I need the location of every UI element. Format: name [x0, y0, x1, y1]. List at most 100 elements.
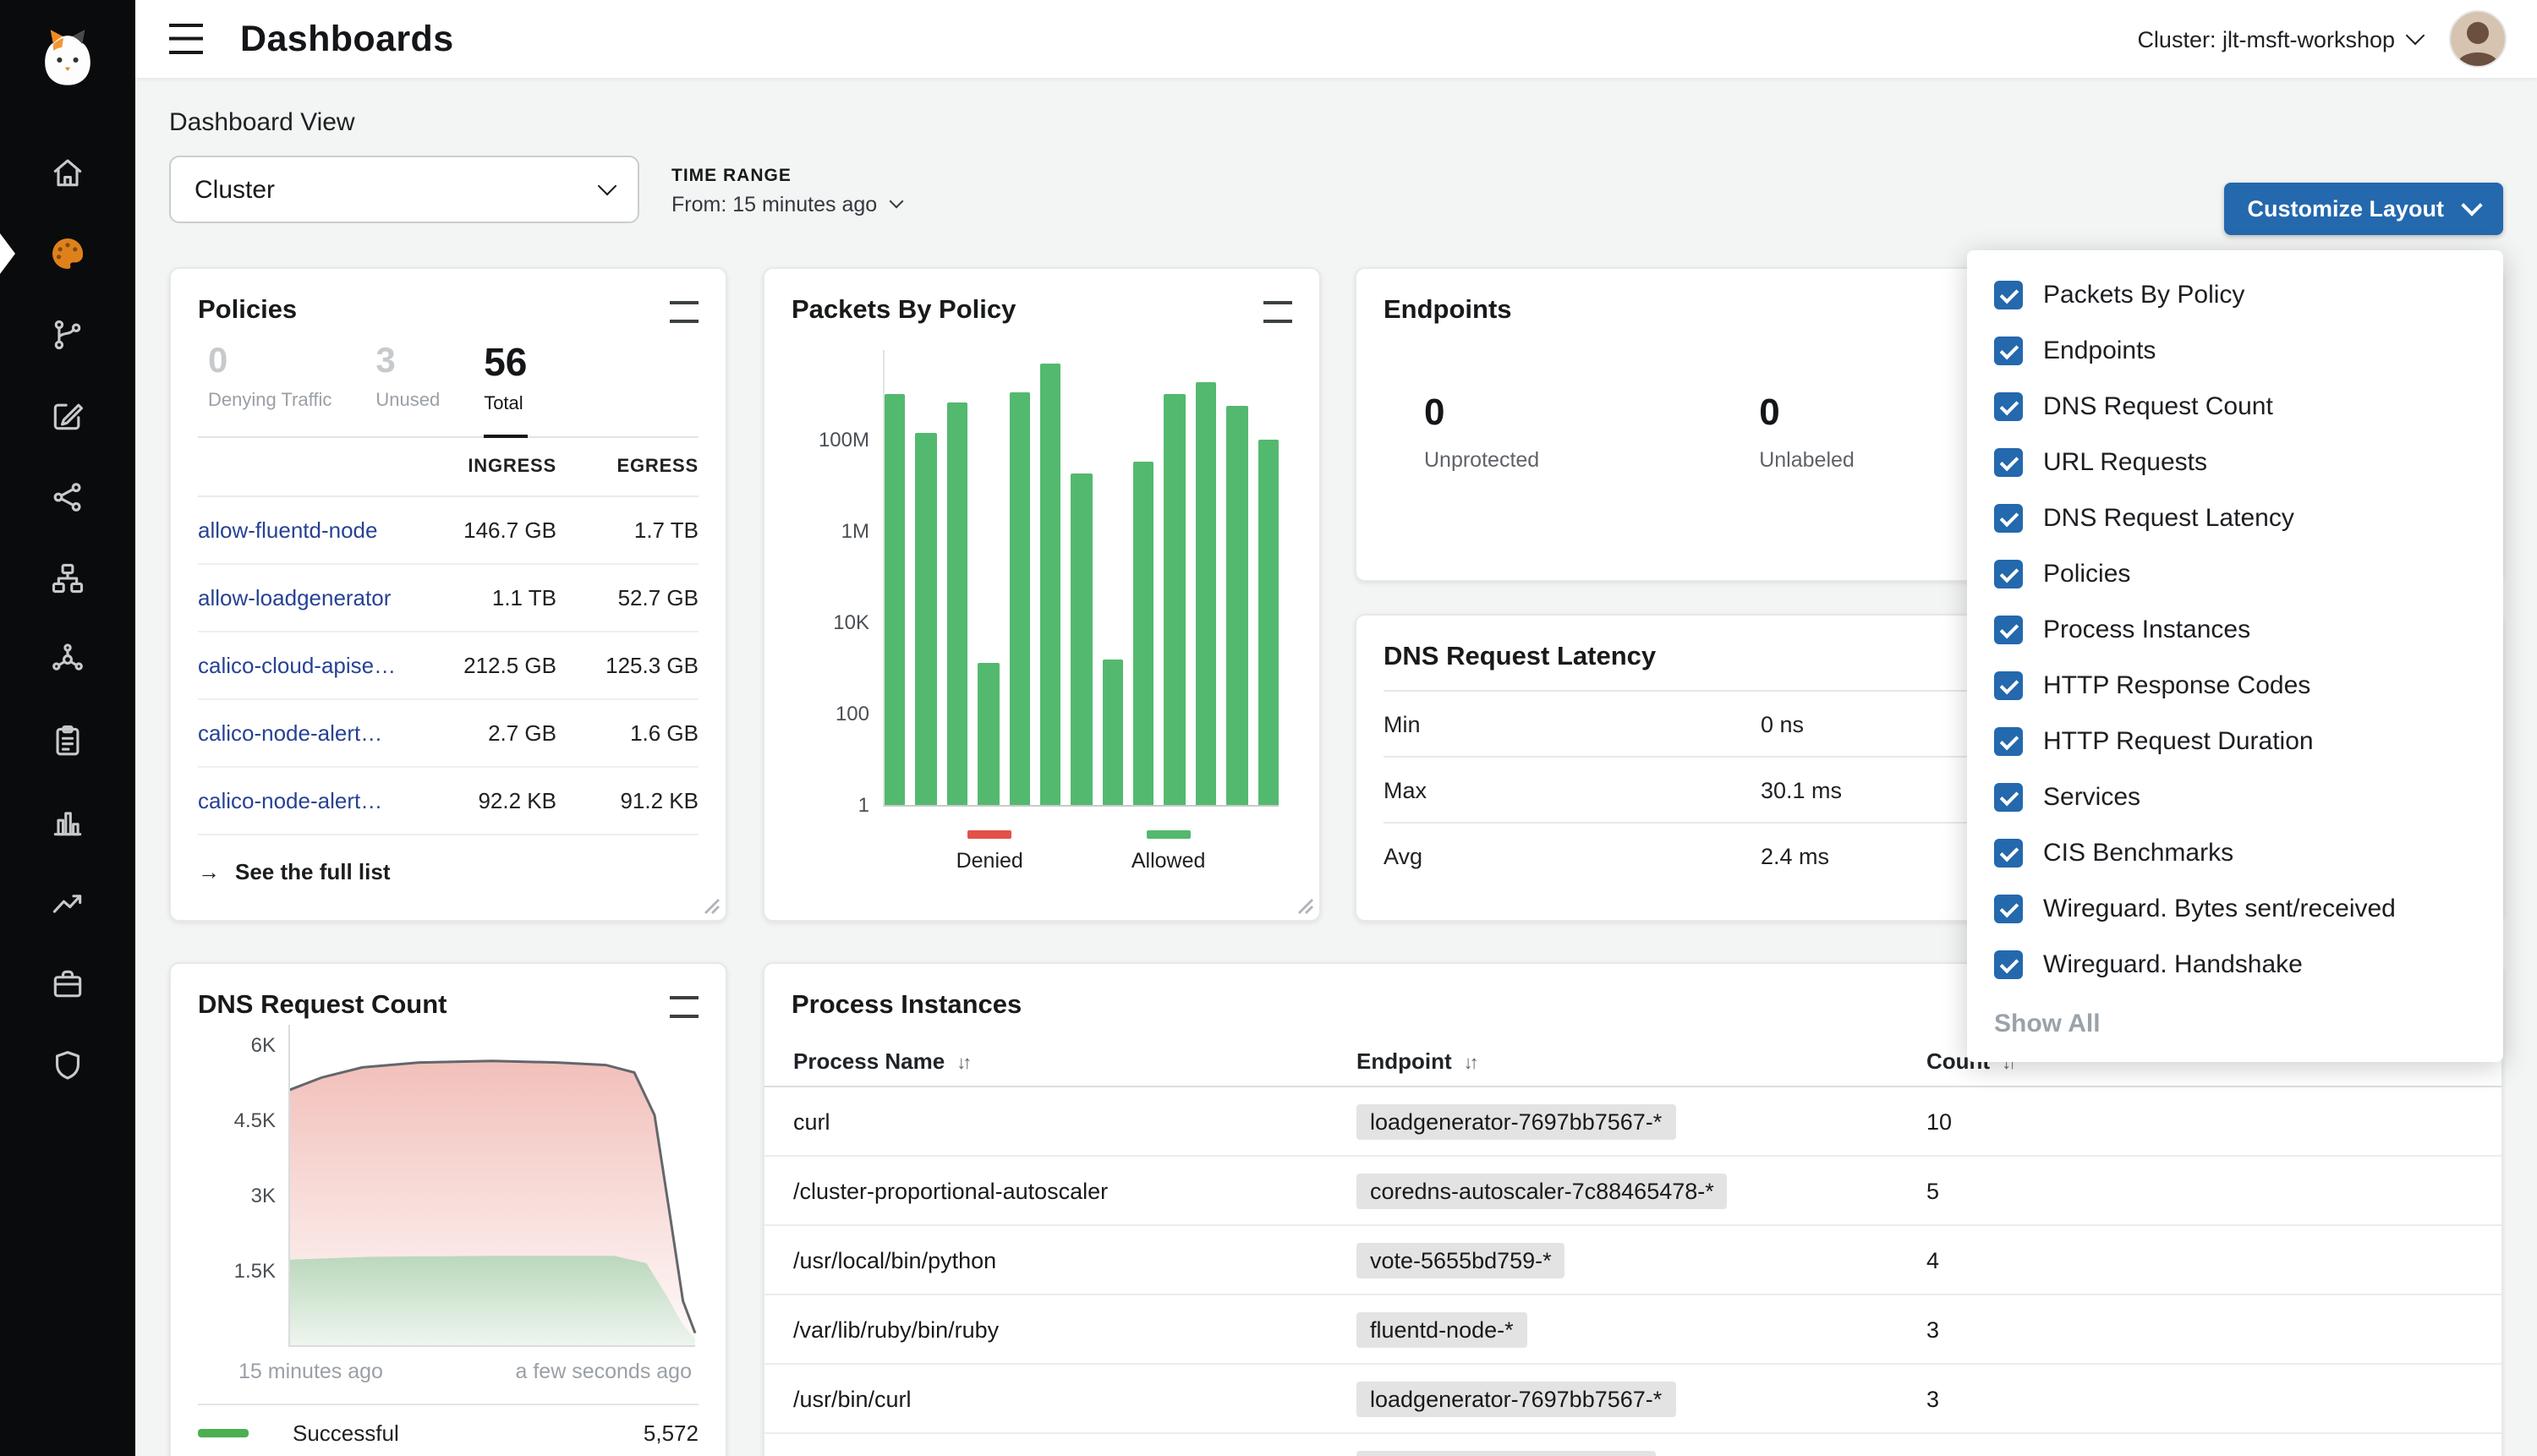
sidebar-item-endpoints[interactable] [0, 457, 135, 538]
drag-handle-icon[interactable] [670, 995, 699, 1017]
sidebar-item-compliance[interactable] [0, 700, 135, 781]
legend-swatch-icon [1147, 830, 1191, 839]
policy-link[interactable]: allow-loadgenerator [198, 585, 411, 610]
stat-unlabeled: 0 Unlabeled [1759, 394, 1855, 472]
policy-link[interactable]: calico-node-alertmana… [198, 720, 411, 746]
checkbox-checked-icon[interactable] [1994, 560, 2023, 588]
column-header-process-name[interactable]: Process Name↓↑ [793, 1048, 1356, 1073]
axis-tick-label: 1 [858, 793, 869, 818]
layout-menu-item-label: Process Instances [2043, 616, 2250, 644]
endpoint-chip: coredns-autoscaler-7c88465478-* [1356, 1173, 1728, 1208]
layout-menu-item[interactable]: HTTP Response Codes [1967, 658, 2503, 714]
allowed-bar [1071, 473, 1093, 805]
allowed-bar [1133, 463, 1154, 805]
show-all-link[interactable]: Show All [1967, 993, 2503, 1038]
checkbox-checked-icon[interactable] [1994, 504, 2023, 533]
chevron-down-icon [598, 177, 617, 196]
sidebar-item-service-graph[interactable] [0, 294, 135, 375]
process-table: curlloadgenerator-7697bb7567-*10/cluster… [764, 1087, 2501, 1456]
allowed-bar [947, 403, 968, 805]
layout-menu-item-label: DNS Request Latency [2043, 504, 2294, 533]
sort-icon[interactable]: ↓↑ [956, 1053, 968, 1073]
sidebar-item-reports[interactable] [0, 781, 135, 862]
hamburger-menu-icon[interactable] [169, 24, 203, 54]
checkbox-checked-icon[interactable] [1994, 448, 2023, 477]
see-full-list-link[interactable]: → See the full list [198, 859, 699, 884]
layout-menu-item[interactable]: Packets By Policy [1967, 267, 2503, 323]
layout-menu-item[interactable]: CIS Benchmarks [1967, 825, 2503, 881]
home-icon [49, 154, 86, 191]
drag-handle-icon[interactable] [1263, 300, 1292, 322]
layout-menu-item[interactable]: Wireguard. Handshake [1967, 937, 2503, 993]
avatar[interactable] [2449, 10, 2507, 68]
layout-menu-item[interactable]: Process Instances [1967, 602, 2503, 658]
sort-icon[interactable]: ↓↑ [1464, 1053, 1476, 1073]
process-name: /cluster-proportional-autoscaler [793, 1178, 1356, 1203]
sidebar-item-clusters[interactable] [0, 619, 135, 700]
layout-menu-item[interactable]: Wireguard. Bytes sent/received [1967, 881, 2503, 937]
policy-link[interactable]: calico-cloud-apiserver-… [198, 653, 411, 678]
layout-menu-item[interactable]: Endpoints [1967, 323, 2503, 379]
checkbox-checked-icon[interactable] [1994, 281, 2023, 309]
axis-tick-label: 10K [833, 610, 869, 635]
policy-link[interactable]: calico-node-alertmana… [198, 788, 411, 813]
column-header-endpoint[interactable]: Endpoint↓↑ [1356, 1048, 1926, 1073]
layout-menu-item[interactable]: Policies [1967, 546, 2503, 602]
sidebar-item-threat-defense[interactable] [0, 1025, 135, 1106]
drag-handle-icon[interactable] [670, 300, 699, 322]
allowed-bar [885, 394, 906, 805]
topbar: Dashboards Cluster: jlt-msft-workshop [135, 0, 2537, 78]
legend-label: Denied [956, 849, 1023, 873]
policies-table-header: INGRESS EGRESS [198, 438, 699, 497]
cluster-selector[interactable]: Cluster: jlt-msft-workshop [2137, 26, 2395, 52]
checkbox-checked-icon[interactable] [1994, 783, 2023, 812]
customize-layout-button[interactable]: Customize Layout [2223, 183, 2503, 235]
resize-handle[interactable] [704, 898, 721, 915]
clipboard-icon [49, 722, 86, 759]
legend-label: Successful [293, 1420, 399, 1446]
dashboard-view-select[interactable]: Cluster [169, 156, 639, 223]
dns-request-count-card: DNS Request Count 6K4.5K3K1.5K 15 minute… [169, 962, 727, 1456]
chevron-down-icon [2406, 26, 2425, 46]
endpoint-chip: fluentd-node-* [1356, 1311, 1527, 1347]
checkbox-checked-icon[interactable] [1994, 337, 2023, 365]
stat-unused[interactable]: 3 Unused [375, 343, 440, 436]
time-range-value[interactable]: From: 15 minutes ago [671, 193, 901, 216]
packets-by-policy-card: Packets By Policy 100M1M10K1001 DeniedAl… [763, 267, 1321, 922]
shield-icon [49, 1047, 86, 1084]
resize-handle[interactable] [1297, 898, 1314, 915]
count-value: 3 [1926, 1386, 2474, 1411]
checkbox-checked-icon[interactable] [1994, 671, 2023, 700]
column-header-ingress: INGRESS [411, 457, 556, 477]
checkbox-checked-icon[interactable] [1994, 950, 2023, 979]
egress-value: 125.3 GB [556, 653, 699, 678]
stat-total[interactable]: 56 Total [484, 343, 527, 438]
sidebar-item-dashboards[interactable] [0, 213, 135, 294]
table-row: /usr/bin/curlloadgenerator-7697bb7567-*3 [764, 1365, 2501, 1434]
count-value: 3 [1926, 1316, 2474, 1342]
sidebar-item-policies[interactable] [0, 375, 135, 457]
checkbox-checked-icon[interactable] [1994, 839, 2023, 868]
layout-menu-item[interactable]: Services [1967, 769, 2503, 825]
checkbox-checked-icon[interactable] [1994, 895, 2023, 923]
allowed-bar [916, 433, 937, 805]
sidebar-item-activity[interactable] [0, 862, 135, 944]
card-title: Process Instances [792, 991, 1022, 1021]
sidebar-item-home[interactable] [0, 132, 135, 213]
checkbox-checked-icon[interactable] [1994, 392, 2023, 421]
layout-menu-item-label: HTTP Response Codes [2043, 671, 2310, 700]
allowed-bar [1164, 394, 1186, 805]
checkbox-checked-icon[interactable] [1994, 616, 2023, 644]
page-title: Dashboards [240, 18, 454, 60]
stat-denying-traffic[interactable]: 0 Denying Traffic [208, 343, 332, 436]
time-range: TIME RANGE From: 15 minutes ago [671, 166, 901, 216]
legend-swatch-icon [967, 830, 1011, 839]
layout-menu-item[interactable]: DNS Request Latency [1967, 490, 2503, 546]
layout-menu-item[interactable]: HTTP Request Duration [1967, 714, 2503, 769]
policy-link[interactable]: allow-fluentd-node [198, 517, 411, 543]
sidebar-item-network-sets[interactable] [0, 538, 135, 619]
sidebar-item-storage[interactable] [0, 944, 135, 1025]
layout-menu-item[interactable]: DNS Request Count [1967, 379, 2503, 435]
checkbox-checked-icon[interactable] [1994, 727, 2023, 756]
layout-menu-item[interactable]: URL Requests [1967, 435, 2503, 490]
